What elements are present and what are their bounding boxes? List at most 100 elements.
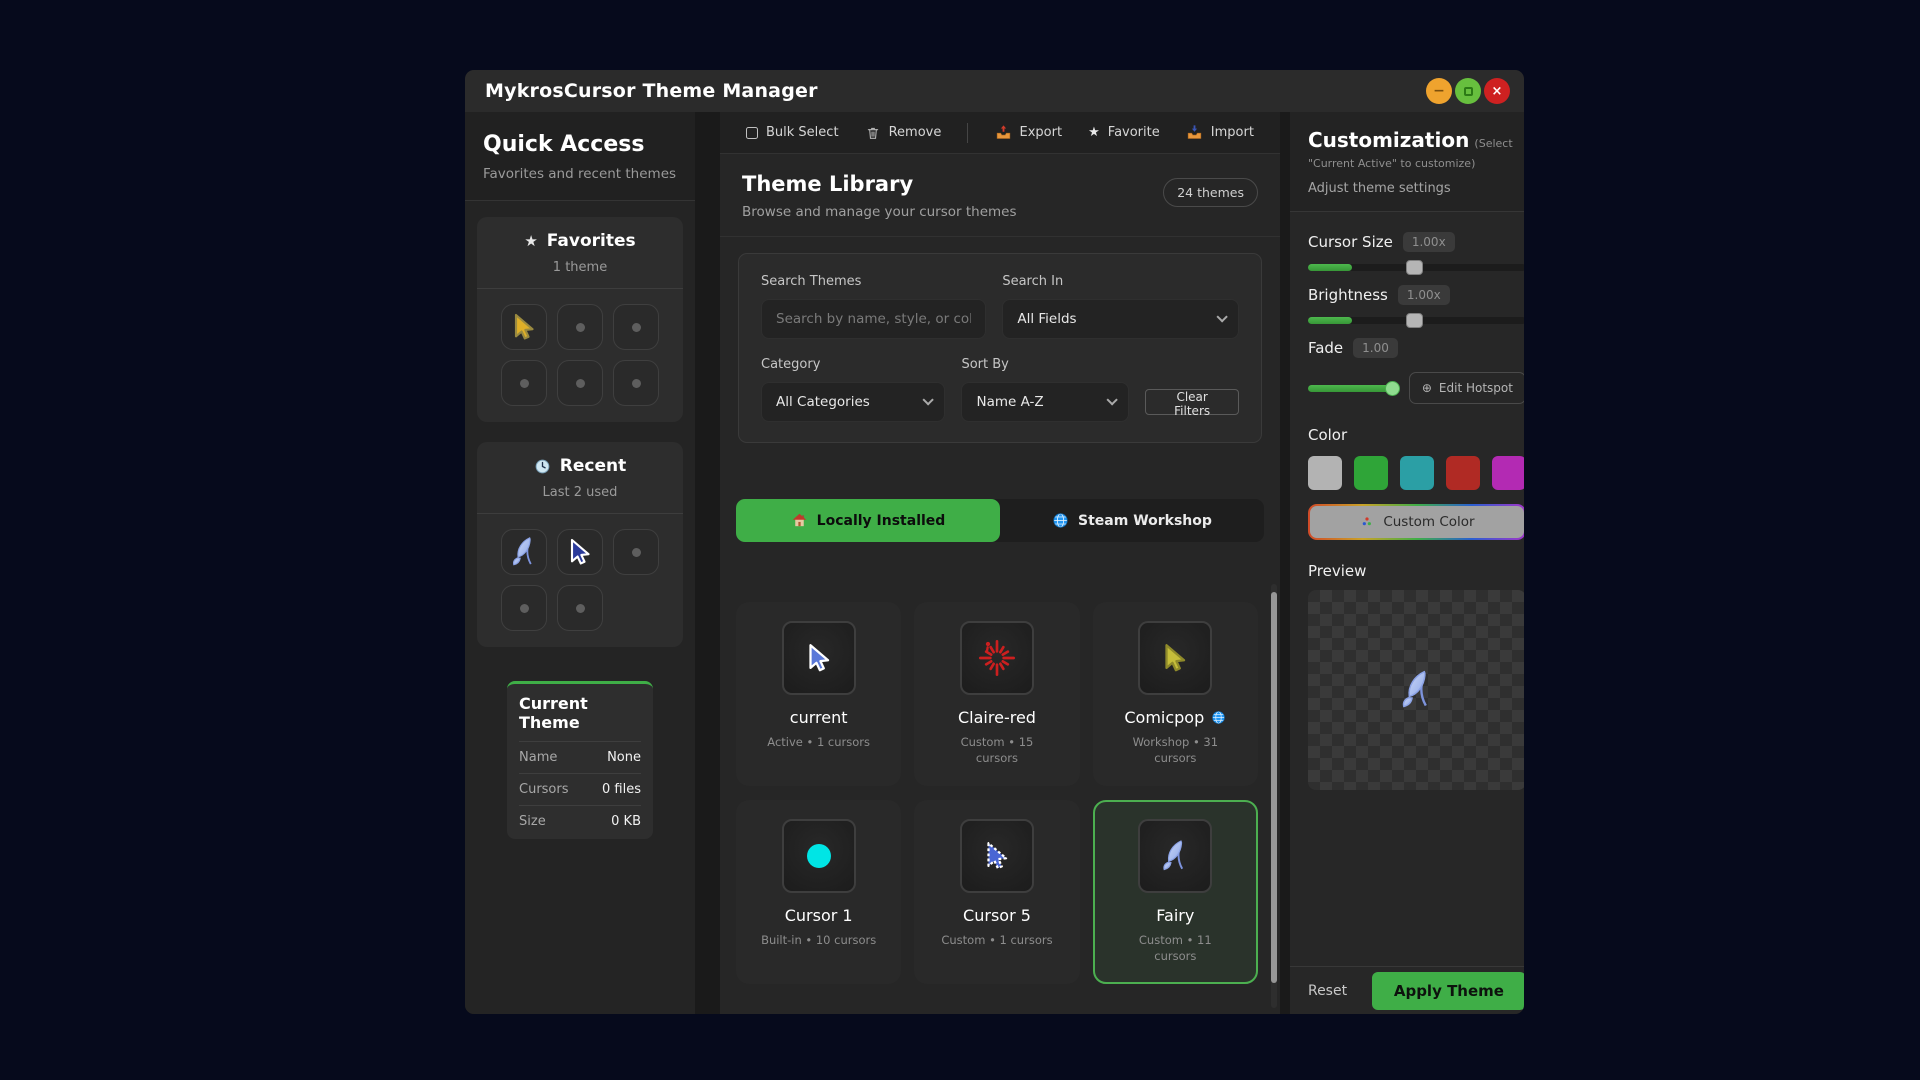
- empty-dot-icon: [632, 323, 641, 332]
- theme-card-cursor-5[interactable]: Cursor 5 Custom • 1 cursors: [914, 800, 1079, 984]
- feather-cursor-icon: [507, 535, 541, 569]
- app-window: MykrosCursor Theme Manager − × Quick Acc…: [465, 70, 1524, 1014]
- search-in-dropdown[interactable]: All Fields: [1002, 299, 1239, 339]
- reset-button[interactable]: Reset: [1308, 983, 1347, 999]
- cursor-size-slider[interactable]: [1308, 264, 1524, 271]
- customization-body: Cursor Size 1.00x Brightness 1.00x Fade: [1290, 212, 1524, 966]
- empty-dot-icon: [576, 323, 585, 332]
- star-icon: ★: [524, 232, 537, 250]
- favorite-button[interactable]: ★ Favorite: [1088, 125, 1160, 140]
- sidebar-body: ★ Favorites 1 theme: [465, 201, 695, 855]
- window-controls: − ×: [1426, 78, 1510, 104]
- theme-library-panel: Bulk Select Remove Export ★ Favorite: [720, 112, 1280, 1014]
- scrollbar-thumb[interactable]: [1271, 592, 1277, 982]
- empty-dot-icon: [520, 379, 529, 388]
- favorites-count: 1 theme: [477, 260, 683, 275]
- swatch-green[interactable]: [1354, 456, 1388, 490]
- fade-slider[interactable]: [1308, 385, 1395, 392]
- current-theme-row-name: Name None: [519, 741, 641, 773]
- library-subtitle: Browse and manage your cursor themes: [742, 204, 1017, 220]
- cursor-preview: [1308, 590, 1524, 790]
- minimize-button[interactable]: −: [1426, 78, 1452, 104]
- recent-slot-fairy[interactable]: [501, 529, 547, 575]
- swatch-teal[interactable]: [1400, 456, 1434, 490]
- theme-card-claire-red[interactable]: Claire-red Custom • 15 cursors: [914, 602, 1079, 786]
- empty-dot-icon: [576, 604, 585, 613]
- brightness-label: Brightness: [1308, 286, 1388, 304]
- brightness-value: 1.00x: [1398, 285, 1450, 305]
- recent-slot-empty[interactable]: [501, 585, 547, 631]
- recent-slot-navy-cursor[interactable]: [557, 529, 603, 575]
- current-theme-row-size: Size 0 KB: [519, 805, 641, 837]
- quick-access-sidebar: Quick Access Favorites and recent themes…: [465, 112, 695, 1014]
- theme-card-fairy-selected[interactable]: Fairy Custom • 11 cursors: [1093, 800, 1258, 984]
- search-input[interactable]: [761, 299, 986, 339]
- apply-theme-button[interactable]: Apply Theme: [1372, 972, 1524, 1010]
- checkbox-icon: [746, 127, 758, 139]
- favorite-slot-empty[interactable]: [613, 304, 659, 350]
- sidebar-subtitle: Favorites and recent themes: [483, 166, 677, 182]
- library-toolbar: Bulk Select Remove Export ★ Favorite: [720, 112, 1280, 154]
- dashed-cursor-icon: [980, 839, 1014, 873]
- close-button[interactable]: ×: [1484, 78, 1510, 104]
- cyan-dot-icon: [802, 839, 836, 873]
- globe-icon: [1211, 710, 1226, 725]
- remove-button[interactable]: Remove: [865, 125, 942, 141]
- recent-grid: [477, 513, 683, 647]
- navy-cursor-icon: [564, 536, 596, 568]
- recent-slot-empty[interactable]: [557, 585, 603, 631]
- export-button[interactable]: Export: [995, 124, 1063, 141]
- tab-locally-installed[interactable]: Locally Installed: [736, 499, 1000, 542]
- empty-dot-icon: [576, 379, 585, 388]
- theme-card-cursor-1[interactable]: Cursor 1 Built-in • 10 cursors: [736, 800, 901, 984]
- target-icon: ⊕: [1422, 381, 1432, 395]
- favorite-slot-empty[interactable]: [501, 360, 547, 406]
- cursor-size-thumb[interactable]: [1406, 260, 1423, 275]
- maximize-icon: [1464, 87, 1473, 96]
- swatch-red[interactable]: [1446, 456, 1480, 490]
- favorite-slot-empty[interactable]: [557, 304, 603, 350]
- swatch-gray[interactable]: [1308, 456, 1342, 490]
- brightness-thumb[interactable]: [1406, 313, 1423, 328]
- cursor-size-value: 1.00x: [1403, 232, 1455, 252]
- favorites-title: Favorites: [547, 231, 636, 251]
- library-title: Theme Library: [742, 172, 1017, 196]
- cursor-size-label: Cursor Size: [1308, 233, 1393, 251]
- favorite-slot-empty[interactable]: [613, 360, 659, 406]
- bulk-select-button[interactable]: Bulk Select: [746, 125, 839, 140]
- theme-card-comicpop[interactable]: Comicpop Workshop • 31 cursors: [1093, 602, 1258, 786]
- clear-filters-button[interactable]: Clear Filters: [1145, 389, 1239, 415]
- export-tray-icon: [995, 124, 1012, 141]
- custom-color-button[interactable]: Custom Color: [1308, 504, 1524, 540]
- edit-hotspot-button[interactable]: ⊕ Edit Hotspot: [1409, 372, 1524, 404]
- customization-subtitle: Adjust theme settings: [1308, 181, 1524, 196]
- fade-value: 1.00: [1353, 338, 1398, 358]
- category-dropdown[interactable]: All Categories: [761, 382, 945, 422]
- favorite-slot-empty[interactable]: [557, 360, 603, 406]
- import-button[interactable]: Import: [1186, 124, 1254, 141]
- blue-cursor-icon: [802, 641, 836, 675]
- theme-grid-viewport: current Active • 1 cursors Claire-red Cu…: [720, 578, 1280, 1014]
- chevron-down-icon: [1107, 394, 1118, 405]
- theme-card-current[interactable]: current Active • 1 cursors: [736, 602, 901, 786]
- brightness-slider[interactable]: [1308, 317, 1524, 324]
- fade-thumb[interactable]: [1385, 381, 1400, 396]
- scrollbar-track[interactable]: [1271, 584, 1277, 1008]
- search-filter-panel: Search Themes Search In All Fields Categ…: [738, 253, 1262, 443]
- recent-slot-empty[interactable]: [613, 529, 659, 575]
- trash-icon: [865, 125, 881, 141]
- favorite-slot-gold-cursor[interactable]: [501, 304, 547, 350]
- gold-cursor-icon: [508, 311, 540, 343]
- window-title: MykrosCursor Theme Manager: [485, 80, 818, 102]
- tab-steam-workshop[interactable]: Steam Workshop: [1000, 499, 1264, 542]
- swatch-magenta[interactable]: [1492, 456, 1524, 490]
- sidebar-header: Quick Access Favorites and recent themes: [465, 112, 695, 201]
- theme-grid: current Active • 1 cursors Claire-red Cu…: [720, 578, 1280, 984]
- maximize-button[interactable]: [1455, 78, 1481, 104]
- import-tray-icon: [1186, 124, 1203, 141]
- color-swatches: [1308, 456, 1524, 490]
- sort-by-dropdown[interactable]: Name A-Z: [961, 382, 1129, 422]
- favorites-card: ★ Favorites 1 theme: [477, 217, 683, 422]
- chevron-down-icon: [1216, 311, 1227, 322]
- empty-dot-icon: [632, 379, 641, 388]
